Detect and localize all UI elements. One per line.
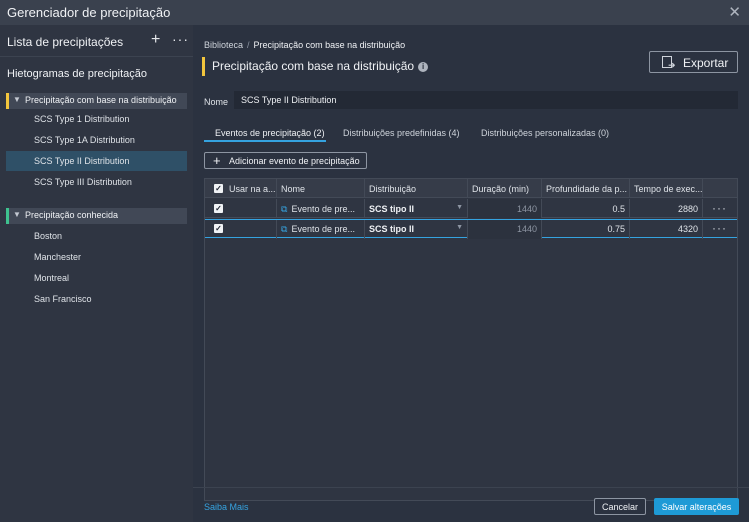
sidebar-item-scs-type-2[interactable]: SCS Type II Distribution <box>6 151 187 171</box>
group-accent <box>6 93 9 109</box>
group-label: Precipitação com base na distribuição <box>25 95 177 105</box>
cell-name[interactable]: ⧉ Evento de pre... <box>277 199 365 218</box>
close-icon[interactable]: ✕ <box>728 3 741 21</box>
export-button[interactable]: ➜ Exportar <box>649 51 738 73</box>
cancel-button[interactable]: Cancelar <box>594 498 646 515</box>
cell-time[interactable]: 4320 <box>630 220 703 239</box>
group-label: Precipitação conhecida <box>25 210 119 220</box>
title-bar: Gerenciador de precipitação ✕ <box>0 0 749 25</box>
breadcrumb: Biblioteca / Precipitação com base na dist… <box>204 40 405 50</box>
chevron-down-icon[interactable]: ▼ <box>456 224 463 231</box>
arrow-right-icon: ➜ <box>668 60 676 70</box>
add-event-label: Adicionar evento de precipitação <box>229 156 360 166</box>
cell-duration: 1440 <box>468 220 542 239</box>
active-tab-indicator <box>204 140 326 142</box>
events-table: ✓ Usar na a... Nome Distribuição Duração… <box>204 178 738 501</box>
header-use[interactable]: ✓ Usar na a... <box>205 179 277 198</box>
tab-predefined[interactable]: Distribuições predefinidas (4) <box>343 128 460 138</box>
header-duration[interactable]: Duração (min) <box>468 179 542 198</box>
plus-icon: + <box>213 153 221 168</box>
cell-distribution[interactable]: SCS tipo II ▼ <box>365 220 468 239</box>
header-name[interactable]: Nome <box>277 179 365 198</box>
learn-more-link[interactable]: Saiba Mais <box>204 502 249 512</box>
event-name: Evento de pre... <box>291 224 355 234</box>
chevron-down-icon[interactable]: ▼ <box>456 204 463 211</box>
window-title: Gerenciador de precipitação <box>7 5 171 20</box>
breadcrumb-root[interactable]: Biblioteca <box>204 40 243 50</box>
sidebar: Lista de precipitações + ··· Hietogramas… <box>0 25 193 522</box>
save-button[interactable]: Salvar alterações <box>654 498 739 515</box>
chevron-down-icon[interactable]: ▼ <box>13 95 21 104</box>
page-title-wrap: Precipitação com base na distribuição i <box>202 57 429 76</box>
select-all-checkbox[interactable]: ✓ <box>214 184 223 193</box>
table-row[interactable]: ✓ ⧉ Evento de pre... SCS tipo II ▼ 1440 0… <box>205 199 737 218</box>
cell-use: ✓ <box>205 220 277 239</box>
cell-depth[interactable]: 0.5 <box>542 199 630 218</box>
cell-time[interactable]: 2880 <box>630 199 703 218</box>
sidebar-item-scs-type-1a[interactable]: SCS Type 1A Distribution <box>6 130 187 150</box>
export-label: Exportar <box>683 56 729 70</box>
page-title: Precipitação com base na distribuição <box>212 59 415 73</box>
name-label: Nome <box>204 97 229 107</box>
external-link-icon[interactable]: ⧉ <box>281 224 287 235</box>
header-distribution[interactable]: Distribuição <box>365 179 468 198</box>
chevron-down-icon[interactable]: ▼ <box>13 210 21 219</box>
cell-name[interactable]: ⧉ Evento de pre... <box>277 220 365 239</box>
sidebar-item-montreal[interactable]: Montreal <box>6 268 187 288</box>
sidebar-item-scs-type-1[interactable]: SCS Type 1 Distribution <box>6 109 187 129</box>
cell-distribution[interactable]: SCS tipo II ▼ <box>365 199 468 218</box>
cell-depth[interactable]: 0.75 <box>542 220 630 239</box>
section-title: Hietogramas de precipitação <box>7 68 148 80</box>
event-name: Evento de pre... <box>291 204 355 214</box>
header-label: Usar na a... <box>229 184 276 194</box>
cell-duration: 1440 <box>468 199 542 218</box>
main-panel: Biblioteca / Precipitação com base na dist… <box>193 25 749 522</box>
row-more-button[interactable]: ··· <box>712 221 727 235</box>
name-field[interactable] <box>234 91 738 109</box>
precipitation-manager-window: Gerenciador de precipitação ✕ Lista de p… <box>0 0 749 522</box>
tab-bar: Eventos de precipitação (2) Distribuiçõe… <box>204 121 738 143</box>
sidebar-item-scs-type-3[interactable]: SCS Type III Distribution <box>6 172 187 192</box>
distribution-value: SCS tipo II <box>369 224 414 234</box>
header-depth[interactable]: Profundidade da p... <box>542 179 630 198</box>
sidebar-item-manchester[interactable]: Manchester <box>6 247 187 267</box>
divider <box>0 56 193 57</box>
add-precipitation-button[interactable]: + <box>151 31 160 49</box>
row-more-button[interactable]: ··· <box>712 201 727 215</box>
group-accent <box>6 208 9 224</box>
header-time[interactable]: Tempo de exec... <box>630 179 703 198</box>
group-distribution-based[interactable]: ▼ Precipitação com base na distribuição <box>6 93 187 109</box>
table-header: ✓ Usar na a... Nome Distribuição Duração… <box>205 179 737 198</box>
row-checkbox[interactable]: ✓ <box>214 204 223 213</box>
footer-divider <box>193 487 749 488</box>
tab-events[interactable]: Eventos de precipitação (2) <box>215 128 325 138</box>
info-icon[interactable]: i <box>418 62 429 72</box>
table-row[interactable]: ✓ ⧉ Evento de pre... SCS tipo II ▼ 1440 0… <box>205 219 737 239</box>
header-actions <box>703 179 737 198</box>
breadcrumb-current: Precipitação com base na distribuição <box>253 40 406 50</box>
cell-use: ✓ <box>205 199 277 218</box>
sidebar-header: Lista de precipitações <box>7 35 124 49</box>
row-checkbox[interactable]: ✓ <box>214 224 223 233</box>
more-options-button[interactable]: ··· <box>172 31 189 47</box>
sidebar-item-boston[interactable]: Boston <box>6 226 187 246</box>
external-link-icon[interactable]: ⧉ <box>281 204 287 215</box>
sidebar-item-san-francisco[interactable]: San Francisco <box>6 289 187 309</box>
add-event-button[interactable]: + Adicionar evento de precipitação <box>204 152 367 169</box>
breadcrumb-separator: / <box>247 40 250 50</box>
group-known-precipitation[interactable]: ▼ Precipitação conhecida <box>6 208 187 224</box>
distribution-value: SCS tipo II <box>369 204 414 214</box>
tab-custom[interactable]: Distribuições personalizadas (0) <box>481 128 609 138</box>
